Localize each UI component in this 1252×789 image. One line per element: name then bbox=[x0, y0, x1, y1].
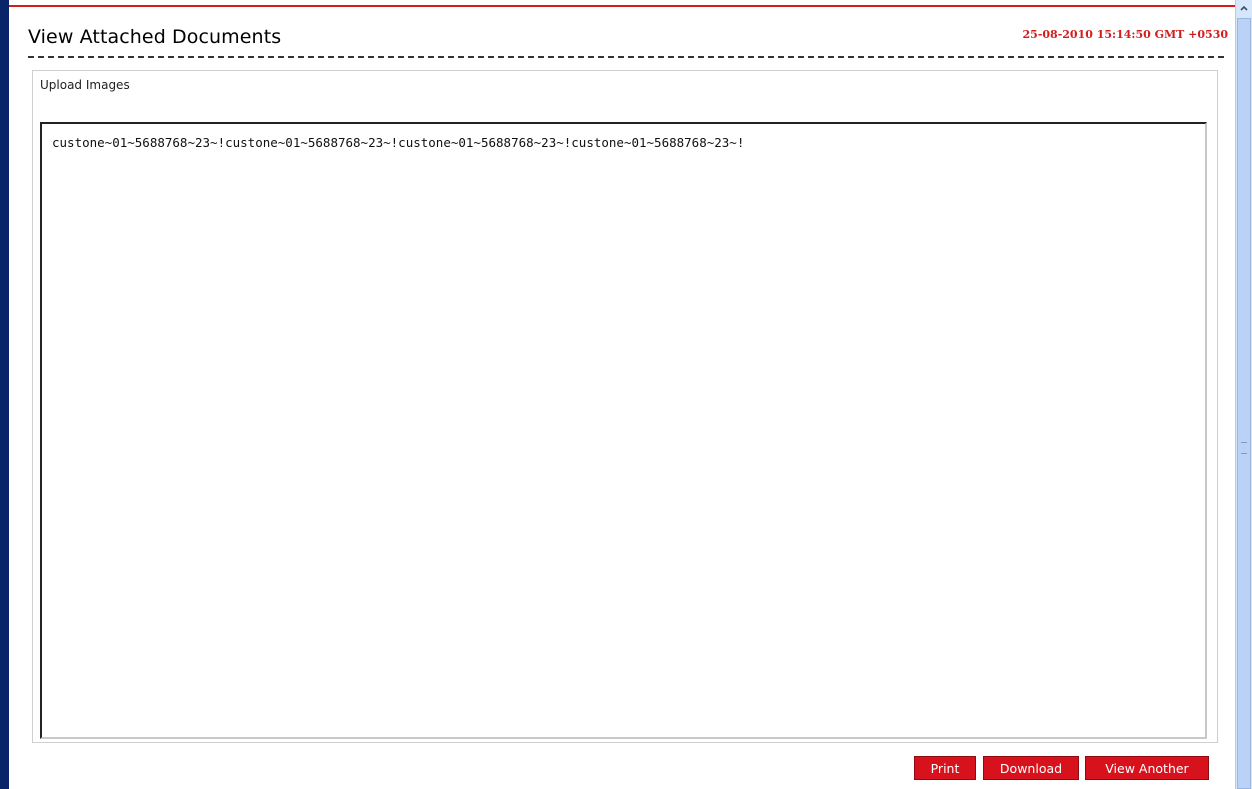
main-content: View Attached Documents 25-08-2010 15:14… bbox=[9, 7, 1235, 789]
download-button[interactable]: Download bbox=[983, 756, 1079, 780]
page-title: View Attached Documents bbox=[28, 26, 282, 48]
print-button[interactable]: Print bbox=[914, 756, 976, 780]
title-divider bbox=[28, 56, 1224, 58]
panel-label: Upload Images bbox=[40, 78, 130, 92]
document-text: custone~01~5688768~23~!custone~01~568876… bbox=[52, 135, 745, 150]
top-accent-bar bbox=[9, 0, 1235, 7]
timestamp: 25-08-2010 15:14:50 GMT +0530 bbox=[1022, 28, 1228, 41]
upload-images-panel: Upload Images custone~01~5688768~23~!cus… bbox=[32, 70, 1218, 743]
view-another-button[interactable]: View Another bbox=[1085, 756, 1209, 780]
scrollbar-thumb[interactable] bbox=[1237, 18, 1251, 789]
window-left-edge bbox=[0, 0, 9, 789]
document-viewer[interactable]: custone~01~5688768~23~!custone~01~568876… bbox=[40, 122, 1207, 739]
grip-icon bbox=[1241, 442, 1247, 454]
vertical-scrollbar[interactable] bbox=[1235, 0, 1252, 789]
chevron-up-icon[interactable] bbox=[1236, 0, 1252, 16]
